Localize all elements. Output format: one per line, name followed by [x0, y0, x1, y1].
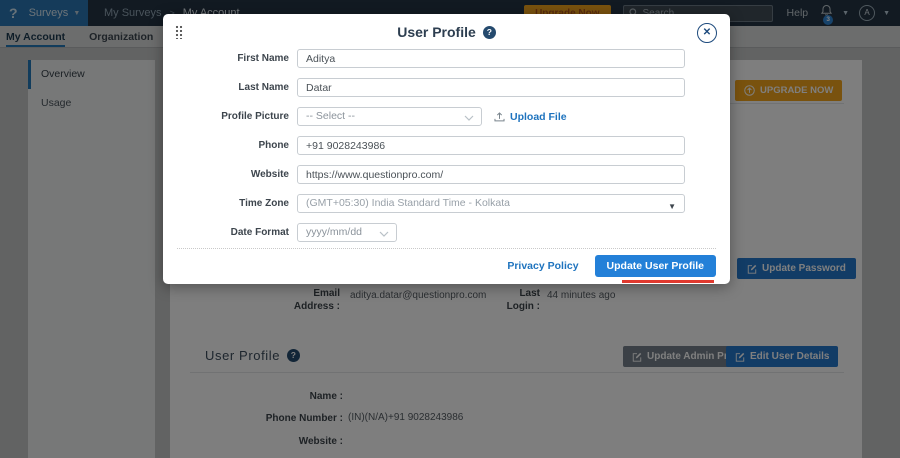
drag-handle-icon[interactable] [175, 25, 183, 39]
profile-picture-selected-value: -- Select -- [306, 110, 355, 122]
time-zone-select[interactable]: (GMT+05:30) India Standard Time - Kolkat… [297, 194, 685, 213]
privacy-policy-link[interactable]: Privacy Policy [507, 260, 578, 272]
user-profile-modal: User Profile ? ✕ First Name Last Name Pr… [163, 14, 730, 284]
profile-picture-label: Profile Picture [177, 111, 289, 122]
upload-file-link[interactable]: Upload File [494, 111, 567, 123]
last-name-input[interactable] [297, 78, 685, 97]
upload-file-label: Upload File [510, 111, 567, 123]
close-icon[interactable]: ✕ [697, 23, 717, 43]
update-user-profile-button[interactable]: Update User Profile [595, 255, 716, 277]
phone-input[interactable] [297, 136, 685, 155]
chevron-down-icon [379, 231, 389, 237]
time-zone-selected-value: (GMT+05:30) India Standard Time - Kolkat… [306, 197, 510, 209]
first-name-input[interactable] [297, 49, 685, 68]
annotation-red-underline [622, 280, 714, 283]
first-name-label: First Name [177, 53, 289, 64]
caret-down-icon: ▼ [668, 198, 676, 215]
chevron-down-icon [464, 115, 474, 121]
phone-label: Phone [177, 140, 289, 151]
website-input[interactable] [297, 165, 685, 184]
date-format-label: Date Format [177, 227, 289, 238]
website-label: Website [177, 169, 289, 180]
last-name-label: Last Name [177, 82, 289, 93]
help-icon[interactable]: ? [483, 26, 496, 39]
modal-title-text: User Profile [397, 24, 476, 40]
user-profile-form: First Name Last Name Profile Picture -- … [163, 49, 730, 242]
date-format-select[interactable]: yyyy/mm/dd [297, 223, 397, 242]
date-format-selected-value: yyyy/mm/dd [306, 226, 362, 238]
upload-icon [494, 112, 505, 122]
modal-title: User Profile ? [163, 14, 730, 40]
profile-picture-select[interactable]: -- Select -- [297, 107, 482, 126]
modal-footer: Privacy Policy Update User Profile [177, 248, 716, 277]
app-window: ? Surveys ▼ My Surveys > My Account Upgr… [0, 0, 900, 458]
time-zone-label: Time Zone [177, 198, 289, 209]
